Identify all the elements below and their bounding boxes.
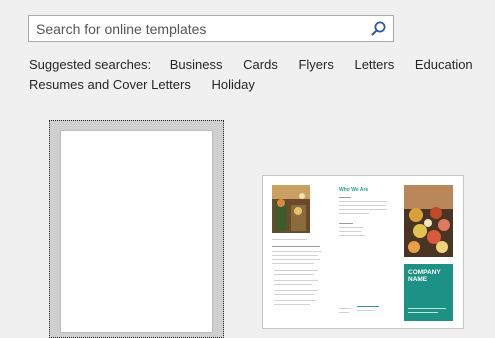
flowers-photo xyxy=(404,185,453,257)
company-name-line: COMPANY xyxy=(408,269,441,276)
suggested-searches-row: Suggested searches: Business Cards Flyer… xyxy=(29,57,490,73)
company-name-block: COMPANY NAME xyxy=(404,264,453,321)
brochure-heading: Who We Are xyxy=(339,187,369,193)
suggested-link-flyers[interactable]: Flyers xyxy=(298,57,333,72)
brochure-panel-left xyxy=(263,176,330,328)
suggested-link-cards[interactable]: Cards xyxy=(243,57,278,72)
search-input[interactable] xyxy=(29,16,369,41)
company-name-line: NAME xyxy=(408,276,428,283)
search-icon xyxy=(371,21,386,36)
brochure-panel-middle: Who We Are xyxy=(330,176,397,328)
suggested-link-letters[interactable]: Letters xyxy=(354,57,394,72)
suggested-searches-row: Resumes and Cover Letters Holiday xyxy=(29,77,272,93)
search-button[interactable] xyxy=(370,20,388,38)
brochure-panel-right: COMPANY NAME xyxy=(397,176,463,328)
search-box xyxy=(28,15,394,42)
flower-shop-photo xyxy=(272,185,310,233)
blank-page-thumbnail xyxy=(60,130,213,333)
suggested-link-business[interactable]: Business xyxy=(170,57,223,72)
suggested-searches-label: Suggested searches: xyxy=(29,57,152,72)
suggested-link-holiday[interactable]: Holiday xyxy=(211,77,254,92)
blank-document-template[interactable] xyxy=(49,120,224,338)
brochure-template[interactable]: Who We Are COMPANY NAME xyxy=(262,175,464,329)
suggested-link-education[interactable]: Education xyxy=(415,57,473,72)
suggested-link-resumes-and-cover-letters[interactable]: Resumes and Cover Letters xyxy=(29,77,191,92)
